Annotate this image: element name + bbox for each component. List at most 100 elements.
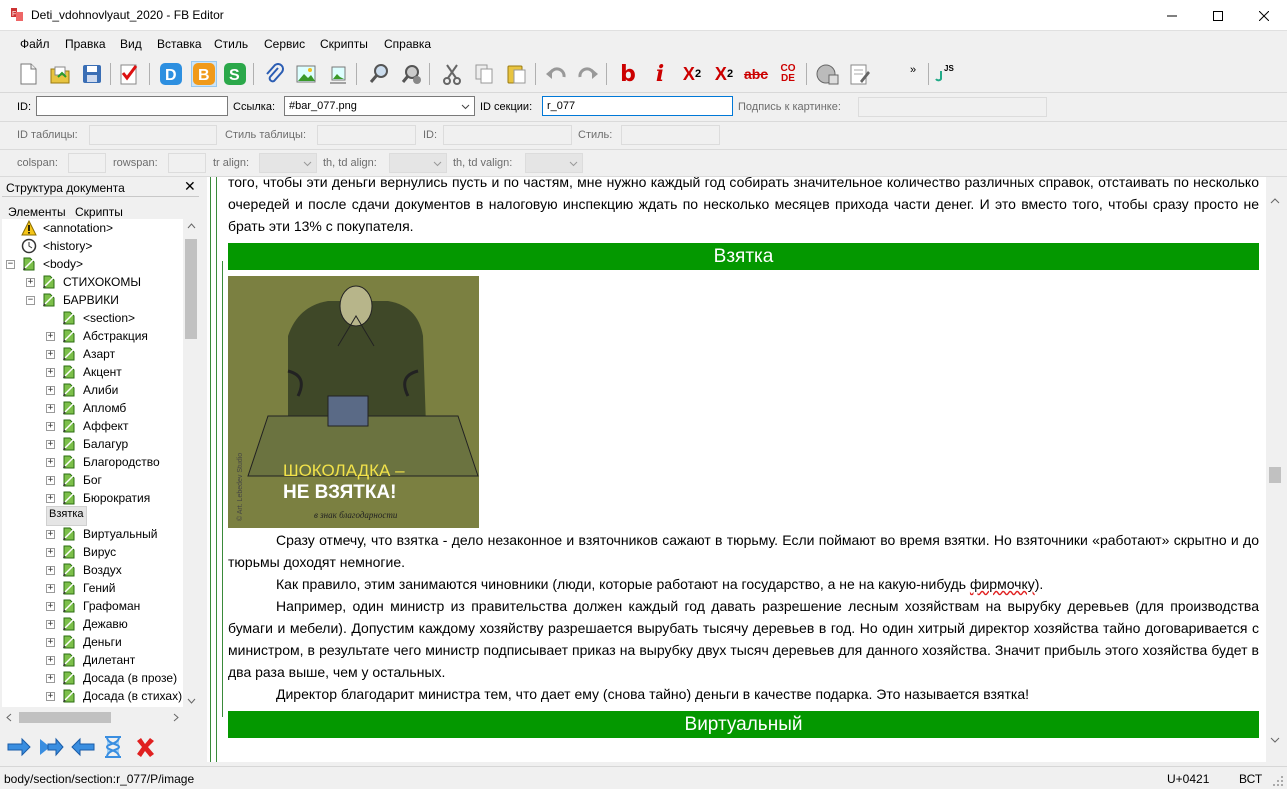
cell-id-input[interactable] (443, 125, 572, 145)
colspan-input[interactable] (68, 153, 106, 173)
tab-elements[interactable]: Элементы (8, 205, 66, 219)
th-td-valign-select[interactable] (525, 153, 583, 173)
tree-node[interactable]: + Азарт (46, 345, 117, 363)
tree-node[interactable]: + Благородство (46, 453, 162, 471)
tr-align-select[interactable] (259, 153, 317, 173)
add-link-button[interactable] (262, 62, 286, 86)
source-mode-button[interactable]: S (223, 62, 247, 86)
tree-node[interactable]: + Аффект (46, 417, 130, 435)
subscript-button[interactable]: X2 (712, 62, 736, 86)
section-id-input[interactable]: r_077 (542, 96, 733, 116)
paste-button[interactable] (504, 62, 528, 86)
menu-insert[interactable]: Вставка (157, 37, 202, 51)
tab-scripts[interactable]: Скрипты (75, 205, 123, 219)
minimize-button[interactable] (1149, 0, 1195, 31)
body-mode-button[interactable]: B (191, 61, 217, 87)
editor-vertical-scrollbar[interactable] (1266, 177, 1284, 762)
link-select[interactable]: #bar_077.png (284, 96, 475, 116)
expand-icon[interactable]: + (46, 673, 55, 683)
tree-node[interactable]: + Акцент (46, 363, 124, 381)
expand-icon[interactable]: + (46, 601, 55, 611)
expand-icon[interactable]: + (46, 349, 55, 359)
toolbar-overflow-button[interactable]: » (901, 58, 925, 82)
table-style-input[interactable] (317, 125, 416, 145)
tree-node[interactable]: +Взятка (46, 506, 87, 526)
tree-node[interactable]: + Дилетант (46, 651, 137, 669)
menu-scripts[interactable]: Скрипты (320, 37, 368, 51)
cell-style-input[interactable] (621, 125, 720, 145)
tree-node[interactable]: + Абстракция (46, 327, 150, 345)
undo-button[interactable] (544, 62, 568, 86)
expand-icon[interactable]: + (26, 277, 35, 287)
find-button[interactable] (367, 62, 391, 86)
tree-node[interactable]: <history> (6, 237, 94, 255)
inline-image[interactable]: ШОКОЛАДКА – НЕ ВЗЯТКА! в знак благодарно… (228, 276, 479, 528)
structure-tree[interactable]: <annotation> <history> − <body> + СТИХОКОМЫ − Б… (2, 219, 183, 707)
spelling-error[interactable]: фирмочку (970, 576, 1035, 592)
insert-inline-image-button[interactable] (326, 62, 350, 86)
collapse-icon[interactable]: − (6, 259, 15, 269)
document-properties-button[interactable] (847, 62, 871, 86)
collapse-icon[interactable]: − (26, 295, 35, 305)
expand-icon[interactable]: + (46, 421, 55, 431)
tree-node[interactable]: + Досада (в прозе) (46, 669, 179, 687)
rowspan-input[interactable] (168, 153, 206, 173)
menu-view[interactable]: Вид (120, 37, 142, 51)
tree-vertical-scrollbar[interactable] (183, 219, 200, 707)
tree-node[interactable]: <section> (46, 309, 137, 327)
arrow-right-icon[interactable] (6, 736, 32, 758)
expand-icon[interactable]: + (46, 367, 55, 377)
resize-grip-icon[interactable] (1272, 775, 1284, 787)
expand-icon[interactable]: + (46, 475, 55, 485)
tree-node[interactable]: + Воздух (46, 561, 124, 579)
expand-icon[interactable]: + (46, 547, 55, 557)
tree-node[interactable]: + Вирус (46, 543, 118, 561)
delete-x-icon[interactable] (134, 736, 156, 758)
image-caption-input[interactable] (858, 97, 1047, 117)
new-document-button[interactable] (16, 62, 40, 86)
expand-icon[interactable]: + (46, 529, 55, 539)
expand-icon[interactable]: + (46, 385, 55, 395)
description-mode-button[interactable]: D (159, 62, 183, 86)
superscript-button[interactable]: X2 (680, 62, 704, 86)
cut-button[interactable] (440, 62, 464, 86)
save-button[interactable] (80, 62, 104, 86)
tree-node[interactable]: + Дежавю (46, 615, 130, 633)
italic-button[interactable]: i (648, 61, 672, 87)
expand-icon[interactable]: + (46, 637, 55, 647)
expand-icon[interactable]: + (46, 565, 55, 575)
tree-node[interactable]: + СТИХОКОМЫ (26, 273, 143, 291)
tree-horizontal-scrollbar[interactable] (2, 709, 183, 726)
open-button[interactable] (48, 62, 72, 86)
tree-node[interactable]: + Балагур (46, 435, 130, 453)
th-td-align-select[interactable] (389, 153, 447, 173)
expand-icon[interactable]: + (46, 439, 55, 449)
menu-edit[interactable]: Правка (65, 37, 106, 51)
tree-node[interactable]: − БАРВИКИ (26, 291, 121, 309)
expand-icon[interactable]: + (46, 655, 55, 665)
document-editor[interactable]: того, чтобы эти деньги вернулись пусть и… (207, 177, 1266, 762)
add-image-button[interactable] (294, 62, 318, 86)
panel-close-icon[interactable]: ✕ (184, 178, 196, 195)
tree-node[interactable]: + Досада (в стихах) (46, 687, 183, 705)
tree-node[interactable]: + Апломб (46, 399, 128, 417)
id-input[interactable] (36, 96, 228, 116)
copy-button[interactable] (472, 62, 496, 86)
tree-node[interactable]: − <body> (6, 255, 85, 273)
menu-service[interactable]: Сервис (264, 37, 305, 51)
tree-node[interactable]: <annotation> (6, 219, 115, 237)
menu-help[interactable]: Справка (384, 37, 431, 51)
expand-icon[interactable]: + (46, 691, 55, 701)
expand-icon[interactable]: + (46, 403, 55, 413)
maximize-button[interactable] (1195, 0, 1241, 31)
expand-icon[interactable]: + (46, 583, 55, 593)
hourglass-icon[interactable] (102, 735, 124, 759)
code-button[interactable]: CO DE (776, 62, 800, 86)
spellcheck-button[interactable] (815, 62, 839, 86)
bold-button[interactable]: b (616, 62, 640, 87)
arrow-right-into-icon[interactable] (38, 736, 64, 758)
menu-style[interactable]: Стиль (214, 37, 248, 51)
tree-node[interactable]: + Бог (46, 471, 104, 489)
table-id-input[interactable] (89, 125, 217, 145)
js-script-button[interactable]: JS (934, 62, 958, 86)
